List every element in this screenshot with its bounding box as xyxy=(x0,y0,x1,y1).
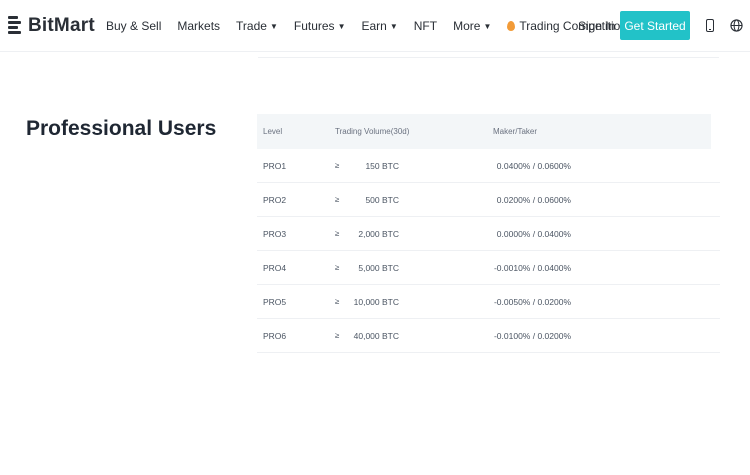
nav-markets[interactable]: Markets xyxy=(177,19,220,33)
table-row: PRO5 ≥10,000 BTC -0.0050% / 0.0200% xyxy=(257,285,720,319)
cell-volume: ≥2,000 BTC xyxy=(335,229,493,239)
table-row: PRO3 ≥2,000 BTC 0.0000% / 0.0400% xyxy=(257,217,720,251)
cell-volume: ≥10,000 BTC xyxy=(335,297,493,307)
nav-nft[interactable]: NFT xyxy=(414,19,437,33)
column-header-volume: Trading Volume(30d) xyxy=(335,127,410,136)
cell-fee: -0.0050% / 0.0200% xyxy=(493,297,663,307)
cell-level: PRO3 xyxy=(263,228,287,239)
volume-value: 150 BTC xyxy=(365,160,399,171)
ge-symbol: ≥ xyxy=(335,161,340,170)
table-row: PRO4 ≥5,000 BTC -0.0010% / 0.0400% xyxy=(257,251,720,285)
nav-label: Markets xyxy=(177,19,221,33)
top-navbar: BitMart Buy & Sell Markets Trade ▼ Future… xyxy=(0,0,750,52)
ge-symbol: ≥ xyxy=(335,297,340,306)
ge-symbol: ≥ xyxy=(335,229,340,238)
table-row: PRO6 ≥40,000 BTC -0.0100% / 0.0200% xyxy=(257,319,720,353)
cell-volume: ≥5,000 BTC xyxy=(335,263,493,273)
table-header: Level Trading Volume(30d) Maker/Taker xyxy=(257,114,711,149)
ge-symbol: ≥ xyxy=(335,263,340,272)
fee-value: -0.0050% / 0.0200% xyxy=(493,296,571,307)
caret-down-icon: ▼ xyxy=(269,21,278,31)
mobile-app-icon[interactable] xyxy=(706,19,714,32)
cell-level: PRO2 xyxy=(263,194,287,205)
volume-value: 2,000 BTC xyxy=(358,228,399,239)
nav-more[interactable]: More ▼ xyxy=(453,19,491,33)
volume-value: 40,000 BTC xyxy=(353,330,399,341)
cell-volume: ≥500 BTC xyxy=(335,195,493,205)
column-header-fee: Maker/Taker xyxy=(493,127,538,136)
ge-symbol: ≥ xyxy=(335,195,340,204)
cell-volume: ≥150 BTC xyxy=(335,161,493,171)
caret-down-icon: ▼ xyxy=(483,21,492,31)
logo-text: BitMart xyxy=(28,15,95,36)
nav-label: Buy & Sell xyxy=(106,19,162,33)
nav-buy-sell[interactable]: Buy & Sell xyxy=(106,19,161,33)
column-header-level: Level xyxy=(263,127,283,136)
cell-level: PRO4 xyxy=(263,262,287,273)
ge-symbol: ≥ xyxy=(335,331,340,340)
caret-down-icon: ▼ xyxy=(389,21,398,31)
nav-futures[interactable]: Futures ▼ xyxy=(294,19,346,33)
bitmart-logo-icon xyxy=(8,15,24,37)
fee-value: 0.0200% / 0.0600% xyxy=(496,194,571,205)
cell-level: PRO6 xyxy=(263,330,287,341)
bitmart-logo[interactable]: BitMart xyxy=(8,14,95,38)
section-title: Professional Users xyxy=(26,117,217,140)
cell-fee: 0.0000% / 0.0400% xyxy=(493,229,663,239)
cell-volume: ≥40,000 BTC xyxy=(335,331,493,341)
volume-value: 5,000 BTC xyxy=(358,262,399,273)
fee-value: -0.0100% / 0.0200% xyxy=(493,330,571,341)
get-started-button[interactable]: Get Started xyxy=(620,11,690,40)
nav-trade[interactable]: Trade ▼ xyxy=(236,19,278,33)
globe-icon[interactable] xyxy=(730,19,743,32)
sign-in-link[interactable]: Sign In xyxy=(578,19,615,33)
fee-value: 0.0000% / 0.0400% xyxy=(496,228,571,239)
fee-value: 0.0400% / 0.0600% xyxy=(496,160,571,171)
table-row: PRO2 ≥500 BTC 0.0200% / 0.0600% xyxy=(257,183,720,217)
table-row: PRO1 ≥150 BTC 0.0400% / 0.0600% xyxy=(257,149,720,183)
nav-label: More xyxy=(453,19,481,33)
volume-value: 500 BTC xyxy=(365,194,399,205)
cell-fee: 0.0400% / 0.0600% xyxy=(493,161,663,171)
cell-fee: 0.0200% / 0.0600% xyxy=(493,195,663,205)
cell-fee: -0.0100% / 0.0200% xyxy=(493,331,663,341)
divider xyxy=(258,57,719,58)
caret-down-icon: ▼ xyxy=(337,21,346,31)
nav-earn[interactable]: Earn ▼ xyxy=(361,19,397,33)
main-nav: Buy & Sell Markets Trade ▼ Futures ▼ Earn ▼… xyxy=(106,0,643,52)
cell-level: PRO1 xyxy=(263,160,287,171)
nav-label: Futures xyxy=(293,19,335,33)
fee-value: -0.0010% / 0.0400% xyxy=(493,262,571,273)
nav-label: NFT xyxy=(413,19,438,33)
flame-icon xyxy=(507,21,516,31)
cell-fee: -0.0010% / 0.0400% xyxy=(493,263,663,273)
nav-label: Earn xyxy=(361,19,387,33)
nav-label: Trade xyxy=(236,19,267,33)
professional-fee-table: Level Trading Volume(30d) Maker/Taker PR… xyxy=(257,114,720,353)
volume-value: 10,000 BTC xyxy=(353,296,399,307)
cell-level: PRO5 xyxy=(263,296,287,307)
